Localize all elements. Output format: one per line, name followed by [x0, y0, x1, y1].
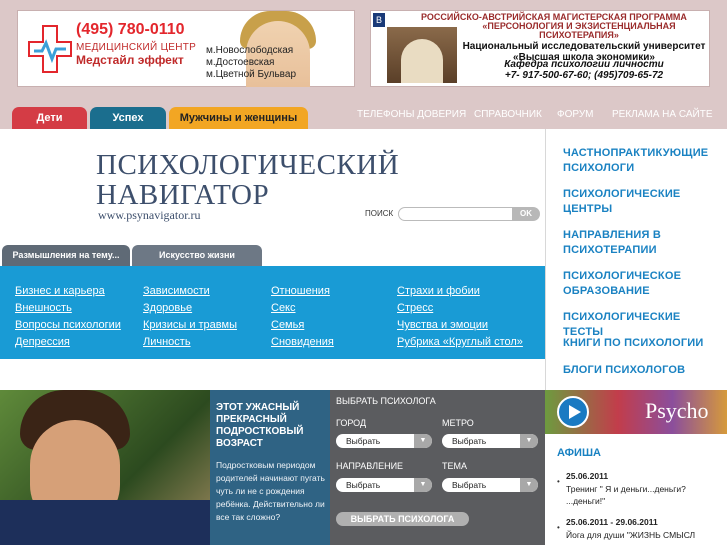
city-select-value: Выбрать: [346, 436, 381, 446]
ad-metro-list: м.Новослободская м.Достоевская м.Цветной…: [206, 45, 296, 81]
metro-item: м.Новослободская: [206, 45, 294, 56]
tab-art-of-living[interactable]: Искусство жизни: [132, 245, 262, 266]
category-link[interactable]: Рубрика «Круглый стол»: [397, 336, 523, 348]
metro-select-value: Выбрать: [452, 436, 487, 446]
play-triangle-icon: [569, 405, 581, 419]
city-label: ГОРОД: [336, 418, 367, 428]
bullet-icon: •: [557, 523, 560, 532]
metro-item: м.Цветной Бульвар: [206, 69, 296, 80]
category-link[interactable]: Кризисы и травмы: [143, 319, 237, 331]
medical-cross-icon: [28, 25, 72, 73]
ad-line: +7- 917-500-67-60; (495)709-65-72: [504, 70, 664, 81]
category-link[interactable]: Страхи и фобии: [397, 285, 480, 297]
teaser-text: Подростковым периодом родителей начинают…: [216, 460, 325, 522]
topic-select[interactable]: Выбрать ▼: [442, 478, 538, 492]
directory-link[interactable]: СПРАВОЧНИК: [474, 109, 542, 120]
event-date: 25.06.2011 - 29.06.2011: [566, 517, 658, 527]
logo-line-2: НАВИГАТОР: [96, 179, 270, 211]
medstyle-ad-banner[interactable]: (495) 780-0110 МЕДИЦИНСКИЙ ЦЕНТР Медстай…: [17, 10, 355, 87]
category-link[interactable]: Зависимости: [143, 285, 210, 297]
building-arch: [401, 39, 443, 83]
psycho-banner-text: Psycho: [645, 398, 709, 423]
tab-men-and-women[interactable]: Мужчины и женщины: [169, 107, 308, 129]
psycho-video-banner[interactable]: Psycho: [545, 390, 727, 434]
category-link[interactable]: Внешность: [15, 302, 72, 314]
tab-success[interactable]: Успех: [90, 107, 166, 129]
logo-url: www.psynavigator.ru: [98, 208, 201, 222]
category-link[interactable]: Секс: [271, 302, 296, 314]
sidebar-item-books[interactable]: КНИГИ ПО ПСИХОЛОГИИ: [563, 336, 723, 351]
hse-logo-icon: В: [373, 13, 385, 27]
chevron-down-icon: ▼: [414, 434, 432, 448]
sidebar-divider: [545, 129, 546, 391]
category-link[interactable]: Семья: [271, 319, 304, 331]
topic-label: ТЕМА: [442, 461, 468, 471]
topic-select-value: Выбрать: [452, 480, 487, 490]
tab-kids[interactable]: Дети: [12, 107, 87, 129]
metro-label: МЕТРО: [442, 418, 474, 428]
direction-select-value: Выбрать: [346, 480, 381, 490]
ad-line: Кафедра психологии личности: [504, 59, 664, 70]
hse-program-ad-banner[interactable]: В РОССИЙСКО-АВСТРИЙСКАЯ МАГИСТЕРСКАЯ ПРО…: [370, 10, 710, 87]
ad-subtitle: МЕДИЦИНСКИЙ ЦЕНТР: [76, 42, 197, 53]
metro-item: м.Достоевская: [206, 57, 275, 68]
city-select[interactable]: Выбрать ▼: [336, 434, 432, 448]
event-text[interactable]: Йога для души "ЖИЗНЬ СМЫСЛ: [566, 529, 726, 541]
chevron-down-icon: ▼: [414, 478, 432, 492]
sidebar-item-directions[interactable]: НАПРАВЛЕНИЯ В ПСИХОТЕРАПИИ: [563, 228, 683, 258]
teaser-title[interactable]: ЭТОТ УЖАСНЫЙ ПРЕКРАСНЫЙ ПОДРОСТКОВЫЙ ВОЗ…: [216, 402, 326, 450]
choose-psychologist-button[interactable]: ВЫБРАТЬ ПСИХОЛОГА: [336, 512, 469, 526]
event-text[interactable]: Тренинг " Я и деньги...деньги? ...деньги…: [566, 483, 716, 507]
category-link[interactable]: Здоровье: [143, 302, 192, 314]
category-link[interactable]: Вопросы психологии: [15, 319, 121, 331]
direction-select[interactable]: Выбрать ▼: [336, 478, 432, 492]
ad-line: Национальный исследовательский университ…: [462, 41, 706, 52]
chevron-down-icon: ▼: [520, 434, 538, 448]
article-teaser[interactable]: ЭТОТ УЖАСНЫЙ ПРЕКРАСНЫЙ ПОДРОСТКОВЫЙ ВОЗ…: [210, 390, 330, 545]
sidebar-item-education[interactable]: ПСИХОЛОГИЧЕСКОЕ ОБРАЗОВАНИЕ: [563, 269, 688, 299]
sidebar-item-private-psychologists[interactable]: ЧАСТНОПРАКТИКУЮЩИЕ ПСИХОЛОГИ: [563, 146, 713, 176]
logo-line-1: ПСИХОЛОГИЧЕСКИЙ: [96, 149, 400, 181]
event-date: 25.06.2011: [566, 471, 609, 481]
advertising-link[interactable]: РЕКЛАМА НА САЙТЕ: [612, 109, 712, 120]
category-link[interactable]: Депрессия: [15, 336, 70, 348]
ad-line: ПСИХОТЕРАПИЯ»: [539, 30, 619, 40]
category-links-panel: Бизнес и карьера Внешность Вопросы психо…: [0, 266, 545, 359]
category-link[interactable]: Стресс: [397, 302, 433, 314]
category-link[interactable]: Сновидения: [271, 336, 334, 348]
afisha-event[interactable]: • 25.06.2011 Тренинг " Я и деньги...день…: [557, 471, 722, 506]
search-label: ПОИСК: [365, 209, 394, 218]
ad-name: Медстайл эффект: [76, 53, 184, 67]
teen-photo[interactable]: [0, 390, 210, 545]
tab-reflections[interactable]: Размышления на тему...: [2, 245, 130, 266]
picker-title: ВЫБРАТЬ ПСИХОЛОГА: [336, 396, 436, 406]
sidebar-item-centers[interactable]: ПСИХОЛОГИЧЕСКИЕ ЦЕНТРЫ: [563, 187, 693, 217]
category-link[interactable]: Личность: [143, 336, 191, 348]
ad-department: Кафедра психологии личности +7- 917-500-…: [461, 59, 707, 81]
search-input[interactable]: [398, 207, 513, 221]
category-link[interactable]: Чувства и эмоции: [397, 319, 488, 331]
right-bottom-panel: Psycho АФИША • 25.06.2011 Тренинг " Я и …: [545, 390, 727, 545]
metro-select[interactable]: Выбрать ▼: [442, 434, 538, 448]
photo-shirt: [0, 500, 210, 545]
bullet-icon: •: [557, 477, 560, 486]
search-ok-button[interactable]: OK: [512, 207, 540, 221]
forum-link[interactable]: ФОРУМ: [557, 109, 594, 120]
afisha-event[interactable]: • 25.06.2011 - 29.06.2011 Йога для души …: [557, 517, 722, 540]
afisha-title: АФИША: [557, 447, 601, 459]
ad-phone: (495) 780-0110: [76, 21, 185, 38]
psychologist-picker: ВЫБРАТЬ ПСИХОЛОГА ГОРОД МЕТРО Выбрать ▼ …: [330, 390, 545, 545]
site-logo[interactable]: ПСИХОЛОГИЧЕСКИЙ НАВИГАТОР: [96, 150, 399, 210]
sidebar-item-blogs[interactable]: БЛОГИ ПСИХОЛОГОВ: [563, 363, 723, 378]
category-link[interactable]: Бизнес и карьера: [15, 285, 105, 297]
ad-program-title: РОССИЙСКО-АВСТРИЙСКАЯ МАГИСТЕРСКАЯ ПРОГР…: [401, 13, 707, 40]
helplines-link[interactable]: ТЕЛЕФОНЫ ДОВЕРИЯ: [357, 109, 466, 120]
chevron-down-icon: ▼: [520, 478, 538, 492]
direction-label: НАПРАВЛЕНИЕ: [336, 461, 404, 471]
category-link[interactable]: Отношения: [271, 285, 330, 297]
